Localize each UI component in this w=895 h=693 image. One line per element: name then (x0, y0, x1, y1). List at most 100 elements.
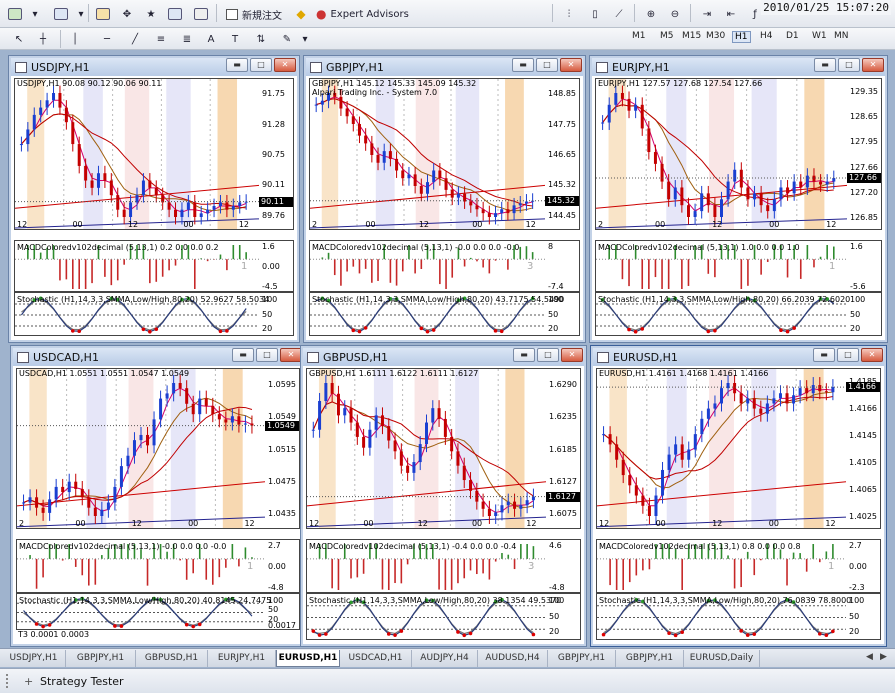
stochastic-pane[interactable]: Stochastic (H1,14,3,3,SMMA,Low/High,80,2… (309, 292, 580, 336)
stochastic-pane[interactable]: Stochastic (H1,14,3,3,SMMA,Low/High,80,2… (16, 593, 300, 630)
maximize-icon[interactable]: □ (837, 348, 859, 362)
price-pane[interactable]: EURUSD,H1 1.4161 1.4168 1.4161 1.4166 1.4… (596, 368, 881, 529)
minimize-icon[interactable]: ▬ (814, 58, 836, 72)
maximize-icon[interactable]: □ (536, 58, 558, 72)
chart-area[interactable]: USDJPY,H1 90.08 90.12 90.06 90.11 91.75 91… (14, 78, 294, 338)
chart-area[interactable]: GBPUSD,H1 1.6111 1.6122 1.6111 1.6127 1.6… (306, 368, 581, 642)
chart-tab[interactable]: EURUSD,H1 (276, 650, 340, 667)
warning-icon[interactable]: ◆ (290, 4, 312, 24)
tester-icon[interactable] (190, 4, 212, 24)
close-icon[interactable]: ✕ (560, 58, 582, 72)
chart-tab[interactable]: EURUSD,Daily (684, 650, 760, 667)
chart-tab[interactable]: GBPJPY,H1 (548, 650, 616, 667)
chart-area[interactable]: GBPJPY,H1 145.12 145.33 145.09 145.32 Alp… (309, 78, 580, 338)
close-icon[interactable]: ✕ (561, 348, 583, 362)
timeframe-mn[interactable]: MN (834, 31, 849, 41)
market-watch-icon[interactable] (92, 4, 114, 24)
fibonacci-icon[interactable]: ≣ (176, 29, 198, 49)
tab-scroll-left-icon[interactable]: ◀ (866, 652, 873, 662)
chart-shift-icon[interactable]: ⇤ (720, 4, 742, 24)
macd-pane[interactable]: MACDColoredv102decimal (5,13,1) 1.0 0.0 … (595, 240, 882, 292)
stochastic-pane[interactable]: Stochastic (H1,14,3,3,SMMA,Low/High,80,2… (14, 292, 294, 336)
maximize-icon[interactable]: □ (256, 348, 278, 362)
timeframe-m15[interactable]: M15 (682, 31, 701, 41)
maximize-icon[interactable]: □ (838, 58, 860, 72)
horizontal-line-icon[interactable]: ─ (96, 29, 118, 49)
price-pane[interactable]: GBPJPY,H1 145.12 145.33 145.09 145.32 Alp… (309, 78, 580, 230)
expand-plus-icon[interactable]: + (24, 675, 33, 688)
stochastic-pane[interactable]: Stochastic (H1,14,3,3,SMMA,Low/High,80,2… (306, 593, 581, 640)
price-pane[interactable]: GBPUSD,H1 1.6111 1.6122 1.6111 1.6127 1.6… (306, 368, 581, 529)
minimize-icon[interactable]: ▬ (513, 348, 535, 362)
auto-scroll-icon[interactable]: ⇥ (696, 4, 718, 24)
chart-tab[interactable]: EURJPY,H1 (208, 650, 276, 667)
timeframe-m5[interactable]: M5 (660, 31, 674, 41)
chart-window-usdjpy[interactable]: USDJPY,H1 ▬ □ ✕ USDJPY,H1 90.08 90.12 90.06 … (8, 55, 300, 343)
macd-pane[interactable]: MACDColoredv102decimal (5,13,1) -0.0 0.0… (16, 539, 300, 593)
stochastic-pane[interactable]: Stochastic (H1,14,3,3,SMMA,Low/High,80,2… (595, 292, 882, 336)
favorites-icon[interactable]: ★ (140, 4, 162, 24)
new-chart-icon[interactable] (4, 4, 26, 24)
macd-pane[interactable]: MACDColoredv102decimal (5,13,1) -0.4 0.0… (306, 539, 581, 593)
zoom-in-icon[interactable]: ⊕ (640, 4, 662, 24)
stochastic-pane[interactable]: Stochastic (H1,14,3,3,SMMA,Low/High,80,2… (596, 593, 881, 640)
chart-window-gbpusd[interactable]: GBPUSD,H1 ▬ □ ✕ GBPUSD,H1 1.6111 1.6122 1.61… (300, 345, 587, 647)
timeframe-m30[interactable]: M30 (706, 31, 725, 41)
line-chart-icon[interactable]: ⟋ (608, 4, 630, 24)
macd-pane[interactable]: MACDColoredv102decimal (5,13,1) -0.0 0.0… (309, 240, 580, 292)
expert-advisors-button[interactable]: ● Expert Advisors (312, 4, 413, 24)
zoom-out-icon[interactable]: ⊖ (664, 4, 686, 24)
text-label-icon[interactable]: T (224, 29, 246, 49)
strategy-tester-bar[interactable]: + Strategy Tester (0, 668, 895, 693)
chart-tab[interactable]: USDJPY,H1 (2, 650, 66, 667)
macd-pane[interactable]: MACDColoredv102decimal (5,13,1) 0.2 0.0 … (14, 240, 294, 292)
chart-area[interactable]: EURUSD,H1 1.4161 1.4168 1.4161 1.4166 1.4… (596, 368, 881, 642)
timeframe-m1[interactable]: M1 (632, 31, 646, 41)
close-icon[interactable]: ✕ (274, 58, 296, 72)
dropdown-arrow-icon[interactable]: ▾ (24, 4, 46, 24)
chart-tab[interactable]: AUDJPY,H4 (412, 650, 478, 667)
chart-area[interactable]: USDCAD,H1 1.0551 1.0551 1.0547 1.0549 1.0… (16, 368, 300, 642)
maximize-icon[interactable]: □ (537, 348, 559, 362)
chart-window-eurjpy[interactable]: EURJPY,H1 ▬ □ ✕ EURJPY,H1 127.57 127.68 127.… (589, 55, 888, 343)
new-order-button[interactable]: 新規注文 (222, 4, 286, 24)
chart-tab[interactable]: USDCAD,H1 (340, 650, 412, 667)
dropdown-arrow-icon[interactable]: ▾ (294, 29, 316, 49)
macd-pane[interactable]: MACDColoredv102decimal (5,13,1) 0.8 0.0 … (596, 539, 881, 593)
price-pane[interactable]: USDJPY,H1 90.08 90.12 90.06 90.11 91.75 91… (14, 78, 294, 230)
chart-window-usdcad[interactable]: USDCAD,H1 ▬ □ ✕ USDCAD,H1 1.0551 1.0551 1.05… (10, 345, 306, 647)
price-pane[interactable]: EURJPY,H1 127.57 127.68 127.54 127.66 129… (595, 78, 882, 230)
chart-tab[interactable]: GBPUSD,H1 (136, 650, 208, 667)
terminal-icon[interactable] (164, 4, 186, 24)
minimize-icon[interactable]: ▬ (232, 348, 254, 362)
crosshair-icon[interactable]: ┼ (32, 29, 54, 49)
timeframe-h1[interactable]: H1 (732, 31, 751, 43)
cursor-icon[interactable]: ↖ (8, 29, 30, 49)
price-pane[interactable]: USDCAD,H1 1.0551 1.0551 1.0547 1.0549 1.0… (16, 368, 300, 529)
timeframe-w1[interactable]: W1 (812, 31, 827, 41)
chart-area[interactable]: EURJPY,H1 127.57 127.68 127.54 127.66 129… (595, 78, 882, 338)
minimize-icon[interactable]: ▬ (226, 58, 248, 72)
minimize-icon[interactable]: ▬ (512, 58, 534, 72)
chart-window-gbpjpy[interactable]: GBPJPY,H1 ▬ □ ✕ GBPJPY,H1 145.12 145.33 145.… (303, 55, 586, 343)
vertical-line-icon[interactable]: │ (64, 29, 86, 49)
bar-chart-icon[interactable]: ⫶ (558, 4, 580, 24)
trendline-icon[interactable]: ╱ (124, 29, 146, 49)
chart-tab[interactable]: AUDUSD,H4 (478, 650, 548, 667)
text-icon[interactable]: A (200, 29, 222, 49)
close-icon[interactable]: ✕ (280, 348, 302, 362)
candlestick-icon[interactable]: ▯ (584, 4, 606, 24)
timeframe-h4[interactable]: H4 (760, 31, 773, 41)
close-icon[interactable]: ✕ (861, 348, 883, 362)
chart-window-eurusd[interactable]: EURUSD,H1 ▬ □ ✕ EURUSD,H1 1.4161 1.4168 1.41… (590, 345, 887, 647)
chart-tab[interactable]: GBPJPY,H1 (616, 650, 684, 667)
equidistant-channel-icon[interactable]: ≡ (150, 29, 172, 49)
arrows-icon[interactable]: ⇅ (250, 29, 272, 49)
maximize-icon[interactable]: □ (250, 58, 272, 72)
profiles-icon[interactable] (50, 4, 72, 24)
grip-handle-icon[interactable] (6, 674, 12, 688)
minimize-icon[interactable]: ▬ (813, 348, 835, 362)
chart-tab[interactable]: GBPJPY,H1 (66, 650, 136, 667)
tab-scroll-right-icon[interactable]: ▶ (880, 652, 887, 662)
timeframe-d1[interactable]: D1 (786, 31, 799, 41)
